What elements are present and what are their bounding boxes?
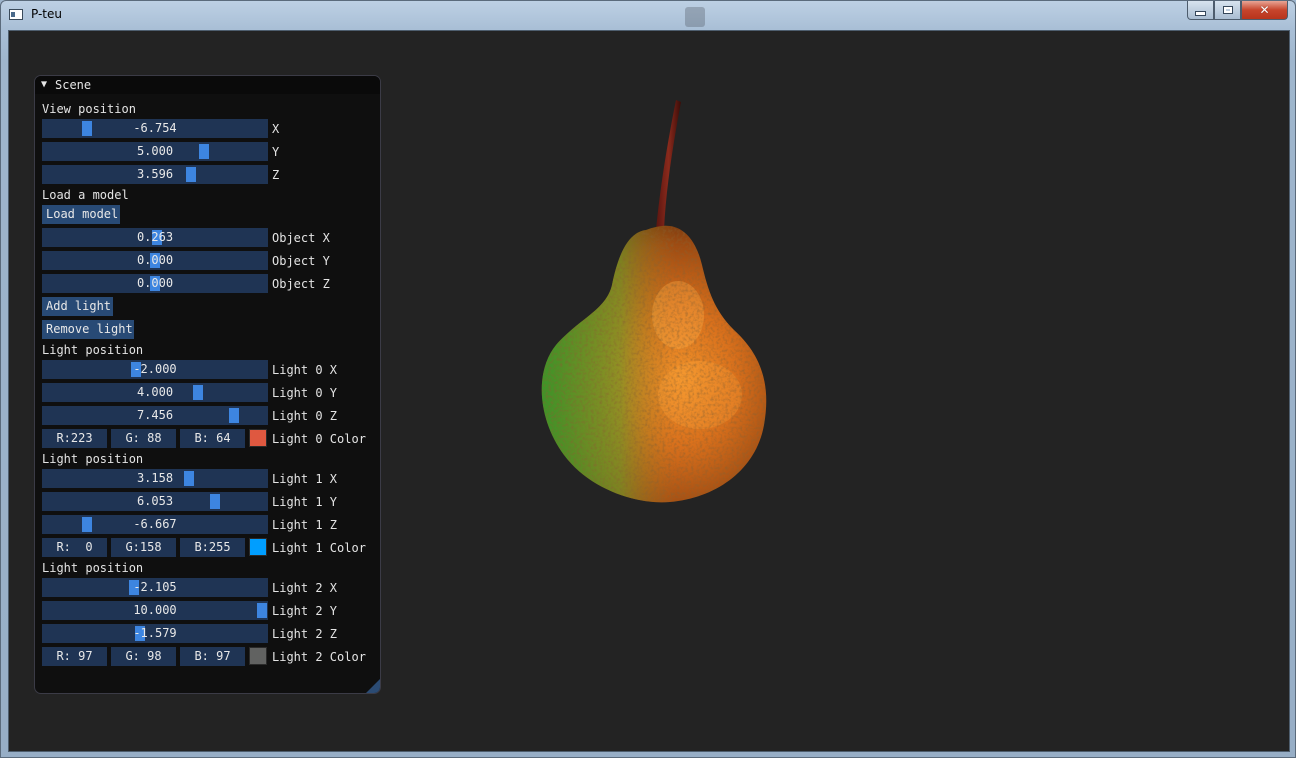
remove-light-button[interactable]: Remove light [42, 320, 134, 339]
title-bar[interactable]: P-teu ✕ [1, 1, 1295, 29]
scene-panel-title: Scene [55, 78, 92, 92]
caption-buttons: ✕ [1187, 1, 1288, 21]
maximize-icon [1222, 6, 1233, 14]
light-1-y-value: 6.053 [136, 494, 174, 508]
light-1-y-label: Light 1 Y [272, 495, 338, 509]
light-2-green-field[interactable]: G: 98 [111, 647, 176, 666]
view-x-label: X [272, 122, 280, 136]
object-x-slider[interactable]: 0.263 [42, 228, 268, 247]
light-2-z-slider[interactable]: -1.579 [42, 624, 268, 643]
light-2-blue-field[interactable]: B: 97 [180, 647, 245, 666]
object-z-value: 0.000 [136, 276, 174, 290]
add-light-button[interactable]: Add light [42, 297, 113, 316]
light-0-x-label: Light 0 X [272, 363, 338, 377]
view-z-slider[interactable]: 3.596 [42, 165, 268, 184]
light-1-z-value: -6.667 [133, 517, 177, 531]
light-0-y-slider[interactable]: 4.000 [42, 383, 268, 402]
load-model-button[interactable]: Load model [42, 205, 120, 224]
resize-grip-icon[interactable] [366, 679, 380, 693]
light-2-z-value: -1.579 [133, 626, 177, 640]
object-y-slider[interactable]: 0.000 [42, 251, 268, 270]
light-0-color-label: Light 0 Color [272, 432, 366, 446]
light-0-y-value: 4.000 [136, 385, 174, 399]
minimize-button[interactable] [1187, 1, 1214, 20]
light-0-green-field[interactable]: G: 88 [111, 429, 176, 448]
object-y-value: 0.000 [136, 253, 174, 267]
light-0-x-value: -2.000 [133, 362, 177, 376]
light-0-z-label: Light 0 Z [272, 409, 338, 423]
light-0-z-value: 7.456 [136, 408, 174, 422]
light-2-z-label: Light 2 Z [272, 627, 338, 641]
light-1-heading: Light position [42, 452, 144, 466]
light-2-x-value: -2.105 [133, 580, 177, 594]
object-z-label: Object Z [272, 277, 330, 291]
light-2-x-label: Light 2 X [272, 581, 338, 595]
light-2-heading: Light position [42, 561, 144, 575]
light-1-z-slider[interactable]: -6.667 [42, 515, 268, 534]
view-y-label: Y [272, 145, 280, 159]
view-position-label: View position [42, 102, 136, 116]
light-0-heading: Light position [42, 343, 144, 357]
light-0-blue-field[interactable]: B: 64 [180, 429, 245, 448]
light-0-z-slider[interactable]: 7.456 [42, 406, 268, 425]
light-1-red-field[interactable]: R: 0 [42, 538, 107, 557]
light-1-color-label: Light 1 Color [272, 541, 366, 555]
light-2-y-value: 10.000 [133, 603, 177, 617]
view-x-value: -6.754 [133, 121, 177, 135]
view-z-label: Z [272, 168, 280, 182]
object-x-label: Object X [272, 231, 330, 245]
view-y-slider[interactable]: 5.000 [42, 142, 268, 161]
light-1-z-label: Light 1 Z [272, 518, 338, 532]
light-0-y-label: Light 0 Y [272, 386, 338, 400]
view-z-value: 3.596 [136, 167, 174, 181]
close-button[interactable]: ✕ [1241, 1, 1288, 20]
collapse-arrow-icon[interactable]: ▼ [41, 76, 47, 94]
scene-panel: ▼ Scene View position -6.754 X 5.000 Y 3… [34, 75, 381, 694]
light-0-red-field[interactable]: R:223 [42, 429, 107, 448]
object-z-slider[interactable]: 0.000 [42, 274, 268, 293]
light-1-x-value: 3.158 [136, 471, 174, 485]
view-x-slider[interactable]: -6.754 [42, 119, 268, 138]
light-2-y-label: Light 2 Y [272, 604, 338, 618]
light-2-x-slider[interactable]: -2.105 [42, 578, 268, 597]
view-y-value: 5.000 [136, 144, 174, 158]
minimize-icon [1195, 10, 1206, 16]
light-2-red-field[interactable]: R: 97 [42, 647, 107, 666]
light-0-color-swatch[interactable] [249, 429, 267, 447]
title-bar-glare [685, 7, 705, 27]
load-model-label: Load a model [42, 188, 129, 202]
window-title: P-teu [31, 7, 62, 21]
light-2-y-slider[interactable]: 10.000 [42, 601, 268, 620]
scene-panel-header[interactable]: ▼ Scene [35, 76, 380, 94]
light-1-green-field[interactable]: G:158 [111, 538, 176, 557]
light-0-x-slider[interactable]: -2.000 [42, 360, 268, 379]
object-x-value: 0.263 [136, 230, 174, 244]
light-1-x-slider[interactable]: 3.158 [42, 469, 268, 488]
maximize-button[interactable] [1214, 1, 1241, 20]
light-2-color-label: Light 2 Color [272, 650, 366, 664]
light-1-blue-field[interactable]: B:255 [180, 538, 245, 557]
light-1-y-slider[interactable]: 6.053 [42, 492, 268, 511]
app-icon [9, 9, 23, 20]
pear-model-render [541, 100, 767, 503]
light-2-color-swatch[interactable] [249, 647, 267, 665]
object-y-label: Object Y [272, 254, 330, 268]
close-icon: ✕ [1259, 3, 1270, 17]
light-1-x-label: Light 1 X [272, 472, 338, 486]
light-1-color-swatch[interactable] [249, 538, 267, 556]
